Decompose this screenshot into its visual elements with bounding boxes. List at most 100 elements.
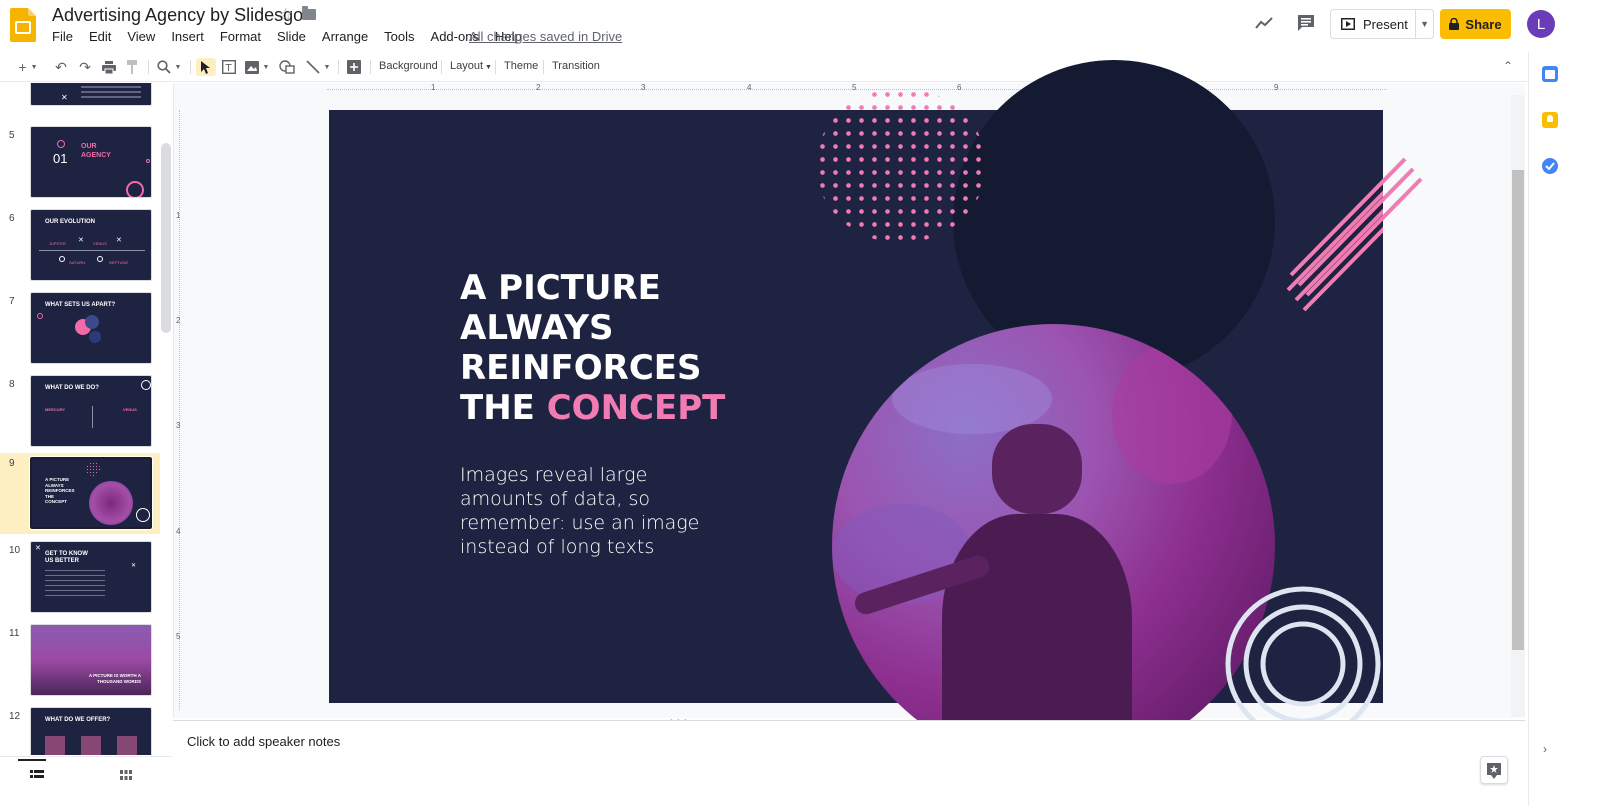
menu-file[interactable]: File — [44, 29, 81, 45]
filmstrip-slide[interactable]: 12 WHAT DO WE OFFER? — [0, 706, 160, 755]
slides-logo-icon[interactable] — [10, 8, 36, 42]
slide-thumbnail[interactable]: ✕ — [30, 83, 152, 106]
collapse-toolbar-icon[interactable]: ⌃ — [1503, 59, 1513, 73]
textbox-icon[interactable]: T — [220, 58, 238, 76]
slide-thumbnail[interactable]: OUR EVOLUTION ✕ ✕ JUPITER VENUS SATURN N… — [30, 209, 152, 281]
thumb-label: VENUS — [93, 241, 107, 246]
calendar-icon[interactable] — [1542, 66, 1558, 82]
slide-body-text[interactable]: Images reveal large amounts of data, so … — [460, 463, 720, 559]
comments-icon[interactable] — [1296, 13, 1316, 33]
thumb-label: NEPTUNE — [109, 260, 129, 265]
menu-insert[interactable]: Insert — [163, 29, 212, 45]
circle-decoration — [57, 140, 65, 148]
background-button[interactable]: Background — [379, 60, 438, 72]
paint-format-icon[interactable] — [124, 58, 142, 76]
close-x-icon: ✕ — [35, 545, 41, 552]
document-title[interactable]: Advertising Agency by Slidesgo — [52, 5, 303, 26]
image-insert-button[interactable]: ▼ — [242, 58, 272, 76]
close-x-icon: ✕ — [116, 237, 122, 244]
zoom-button[interactable]: ▼ — [154, 58, 184, 76]
star-icon[interactable]: ☆ — [278, 5, 293, 25]
slide-number: 8 — [9, 379, 15, 390]
slide-thumbnail[interactable]: WHAT SETS US APART? — [30, 292, 152, 364]
toolbar-divider — [543, 60, 544, 74]
menu-tools[interactable]: Tools — [376, 29, 422, 45]
slide-thumbnail[interactable]: 01 OUR AGENCY — [30, 126, 152, 198]
menu-view[interactable]: View — [119, 29, 163, 45]
filmstrip-slide[interactable]: ✕ — [0, 83, 160, 113]
thumb-label: JUPITER — [49, 241, 66, 246]
thumb-number: 01 — [53, 151, 68, 166]
filmstrip-view-toggle — [0, 756, 172, 806]
new-slide-button[interactable]: + ▼ — [14, 58, 42, 76]
thumb-title: WHAT SETS US APART? — [45, 302, 116, 308]
tasks-icon[interactable] — [1542, 158, 1558, 174]
transition-button[interactable]: Transition — [552, 60, 600, 72]
slide[interactable]: A PICTURE ALWAYS REINFORCES THE CONCEPT … — [329, 60, 1420, 767]
slide-thumbnail[interactable]: A PICTURE IS WORTH A THOUSAND WORDS — [30, 624, 152, 696]
slide-headline[interactable]: A PICTURE ALWAYS REINFORCES THE CONCEPT — [460, 268, 725, 428]
save-status-link[interactable]: All changes saved in Drive — [469, 29, 622, 44]
filmstrip-scrollbar[interactable] — [161, 143, 171, 333]
present-dropdown-icon[interactable]: ▼ — [1416, 19, 1433, 29]
menu-format[interactable]: Format — [212, 29, 269, 45]
line-icon — [305, 60, 320, 74]
filmstrip-slide[interactable]: 11 A PICTURE IS WORTH A THOUSAND WORDS — [0, 623, 160, 703]
layout-button[interactable]: Layout ▼ — [450, 60, 492, 72]
slide-thumbnail[interactable]: A PICTURE ALWAYS REINFORCES THE CONCEPT — [29, 456, 153, 530]
side-panel: › — [1528, 52, 1600, 806]
keep-icon[interactable] — [1542, 112, 1558, 128]
list-view-icon[interactable] — [30, 770, 44, 780]
filmstrip-slide[interactable]: 10 GET TO KNOW US BETTER ✕ ✕ — [0, 540, 160, 620]
dotted-circle — [86, 462, 100, 476]
slide-thumbnail[interactable]: WHAT DO WE OFFER? — [30, 707, 152, 755]
filmstrip-panel: ✕ 5 01 OUR AGENCY 6 OUR EVOLUTION ✕ ✕ JU… — [0, 83, 172, 755]
canvas-scrollbar-thumb[interactable] — [1512, 170, 1524, 650]
slide-number: 10 — [9, 545, 21, 556]
speaker-notes-panel[interactable]: Click to add speaker notes — [173, 720, 1525, 806]
slide-number: 7 — [9, 296, 15, 307]
text-placeholder — [45, 736, 145, 755]
filmstrip-slide[interactable]: 7 WHAT SETS US APART? — [0, 291, 160, 371]
activity-trend-icon[interactable] — [1254, 13, 1274, 33]
headline-line: ALWAYS — [460, 308, 614, 348]
account-avatar[interactable]: L — [1527, 10, 1555, 38]
menu-slide[interactable]: Slide — [269, 29, 314, 45]
headline-line: A PICTURE — [460, 268, 661, 308]
filmstrip-slide[interactable]: 6 OUR EVOLUTION ✕ ✕ JUPITER VENUS SATURN… — [0, 208, 160, 288]
thumb-title: OUR EVOLUTION — [45, 219, 96, 225]
slide-thumbnail[interactable]: GET TO KNOW US BETTER ✕ ✕ — [30, 541, 152, 613]
theme-button[interactable]: Theme — [504, 60, 538, 72]
menu-arrange[interactable]: Arrange — [314, 29, 376, 45]
ring-decoration — [136, 508, 150, 522]
add-comment-icon[interactable] — [344, 58, 364, 76]
line-tool-button[interactable]: ▼ — [302, 58, 334, 76]
present-button[interactable]: Present ▼ — [1330, 9, 1434, 39]
thumb-title: WHAT DO WE DO? — [45, 385, 99, 391]
headline-highlight: CONCEPT — [546, 388, 726, 428]
print-icon[interactable] — [100, 58, 118, 76]
zoom-icon — [156, 60, 171, 74]
timeline-line — [39, 250, 145, 251]
chevron-right-icon[interactable]: › — [1543, 742, 1547, 756]
filmstrip-slide[interactable]: 8 WHAT DO WE DO? MERCURY VENUS — [0, 374, 160, 454]
shape-icon[interactable] — [276, 58, 298, 76]
divider-line — [92, 406, 93, 428]
svg-text:T: T — [225, 63, 233, 74]
folder-icon[interactable] — [302, 6, 316, 20]
thumb-title: GET TO KNOW US BETTER — [45, 551, 88, 564]
slide-thumbnail[interactable]: WHAT DO WE DO? MERCURY VENUS — [30, 375, 152, 447]
filmstrip-slide[interactable]: 5 01 OUR AGENCY — [0, 125, 160, 205]
grid-view-icon[interactable] — [120, 770, 132, 780]
active-indicator — [18, 759, 46, 761]
select-cursor-icon[interactable] — [196, 58, 216, 76]
share-button[interactable]: Share — [1440, 9, 1511, 39]
thumb-title: OUR AGENCY — [81, 143, 111, 159]
redo-icon[interactable]: ↷ — [76, 58, 94, 76]
undo-icon[interactable]: ↶ — [52, 58, 70, 76]
explore-button[interactable] — [1480, 756, 1508, 784]
filmstrip-slide-selected[interactable]: 9 A PICTURE ALWAYS REINFORCES THE CONCEP… — [0, 453, 160, 534]
speaker-notes-placeholder[interactable]: Click to add speaker notes — [187, 734, 340, 749]
slide-number: 9 — [9, 458, 15, 469]
menu-edit[interactable]: Edit — [81, 29, 119, 45]
